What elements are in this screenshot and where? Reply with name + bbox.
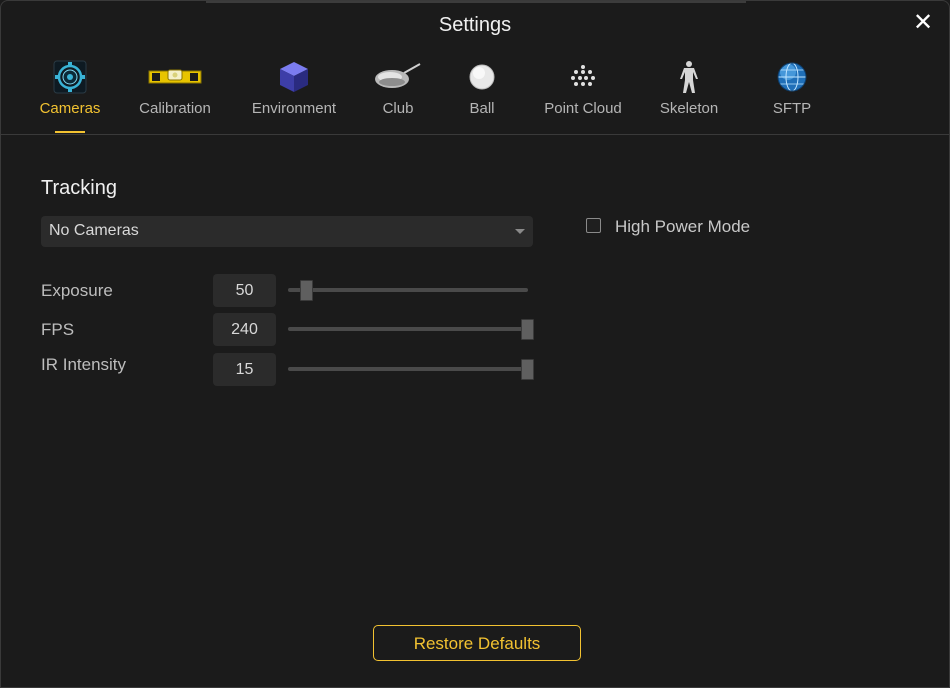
tab-point-cloud[interactable]: Point Cloud (541, 57, 625, 135)
golf-club-icon (373, 59, 423, 95)
slider-thumb[interactable] (300, 280, 313, 301)
tab-club[interactable]: Club (372, 57, 424, 135)
chevron-down-icon (515, 229, 525, 234)
restore-defaults-button[interactable]: Restore Defaults (373, 625, 581, 661)
tracking-section-title: Tracking (41, 177, 117, 199)
slider-track (288, 288, 528, 292)
slider-track (288, 367, 528, 371)
camera-select[interactable]: No Cameras (41, 216, 533, 247)
tab-ball[interactable]: Ball (460, 57, 504, 135)
tab-label-club: Club (382, 100, 414, 117)
settings-tabs: Cameras Calibration Environment Club Bal… (1, 57, 949, 135)
slider-track (288, 327, 528, 331)
tab-environment[interactable]: Environment (248, 57, 340, 135)
high-power-mode-checkbox[interactable] (586, 218, 601, 233)
ir-intensity-label: IR Intensity (41, 355, 127, 374)
active-tab-indicator (55, 131, 85, 133)
globe-icon (774, 59, 810, 95)
camera-icon (52, 59, 88, 95)
fps-slider[interactable] (288, 318, 534, 340)
exposure-slider[interactable] (288, 279, 534, 301)
tab-label-calibration: Calibration (139, 100, 211, 117)
top-edge-highlight (206, 1, 746, 3)
slider-thumb[interactable] (521, 359, 534, 380)
ir-intensity-input[interactable]: 15 (213, 353, 276, 386)
settings-dialog: Settings ✕ Cameras Calibration Environme… (0, 0, 950, 688)
point-cloud-icon (565, 59, 601, 95)
tab-label-sftp: SFTP (772, 100, 812, 117)
level-icon (147, 59, 203, 95)
close-icon[interactable]: ✕ (912, 11, 934, 35)
fps-input[interactable]: 240 (213, 313, 276, 346)
tab-label-environment: Environment (251, 100, 337, 117)
tab-label-skeleton: Skeleton (659, 100, 719, 117)
high-power-mode-label: High Power Mode (615, 217, 751, 236)
camera-select-value: No Cameras (49, 222, 139, 239)
ir-intensity-slider[interactable] (288, 358, 534, 380)
dialog-title: Settings (438, 14, 512, 36)
tab-skeleton[interactable]: Skeleton (657, 57, 721, 135)
exposure-label: Exposure (41, 281, 113, 300)
slider-thumb[interactable] (521, 319, 534, 340)
tab-label-cameras: Cameras (39, 100, 101, 117)
tab-cameras[interactable]: Cameras (39, 57, 101, 135)
cube-icon (276, 59, 312, 95)
tab-label-ball: Ball (469, 100, 495, 117)
fps-label: FPS (41, 320, 75, 339)
exposure-input[interactable]: 50 (213, 274, 276, 307)
tab-calibration[interactable]: Calibration (134, 57, 216, 135)
tab-sftp[interactable]: SFTP (767, 57, 817, 135)
ball-icon (464, 59, 500, 95)
skeleton-icon (671, 59, 707, 95)
tab-label-point-cloud: Point Cloud (544, 100, 622, 117)
